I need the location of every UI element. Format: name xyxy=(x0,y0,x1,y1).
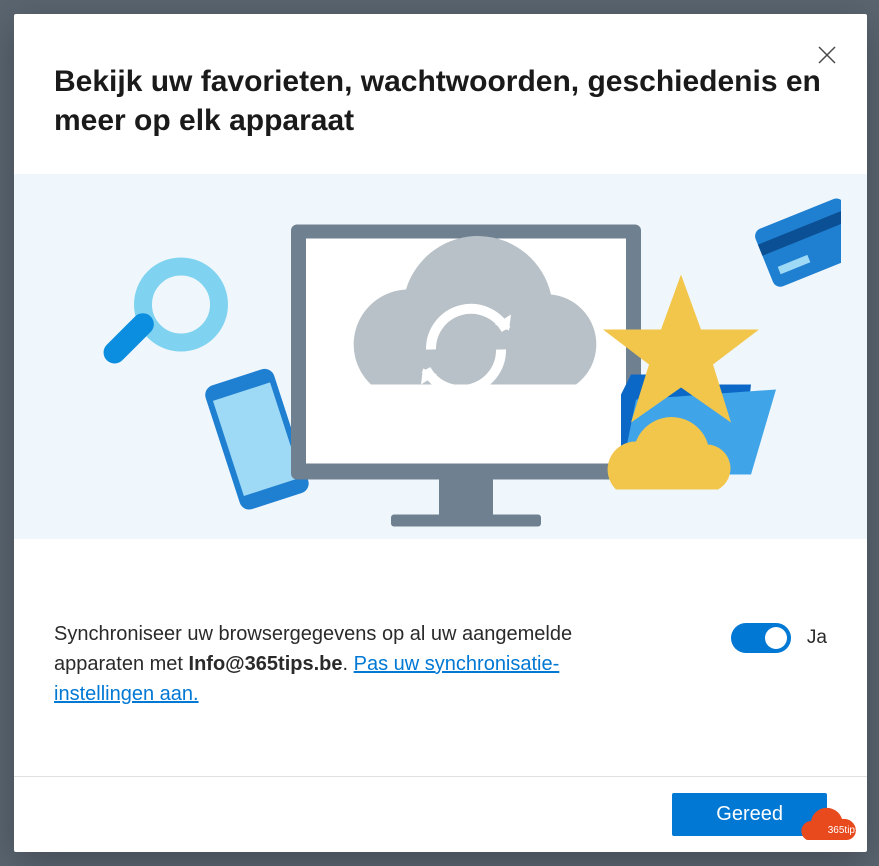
dialog-footer: Gereed xyxy=(14,776,867,852)
credit-card-icon xyxy=(752,196,840,289)
sync-text-separator: . xyxy=(343,653,354,675)
close-icon xyxy=(818,46,836,64)
sync-toggle-label: Ja xyxy=(807,627,827,649)
sync-description-text: Synchroniseer uw browsergegevens op al u… xyxy=(54,619,614,709)
monitor-icon xyxy=(291,224,641,526)
magnifier-icon xyxy=(99,266,219,368)
sync-account-email: Info@365tips.be xyxy=(189,653,343,675)
toggle-knob-icon xyxy=(765,627,787,649)
sync-toggle-group: Ja xyxy=(731,623,827,653)
sync-illustration xyxy=(14,174,867,539)
dialog-title: Bekijk uw favorieten, wachtwoorden, gesc… xyxy=(54,62,827,140)
sync-toggle[interactable] xyxy=(731,623,791,653)
watermark-badge: 365tips xyxy=(797,806,867,848)
close-button[interactable] xyxy=(811,39,843,71)
sync-settings-dialog: Bekijk uw favorieten, wachtwoorden, gesc… xyxy=(14,14,867,852)
watermark-label: 365tips xyxy=(828,825,860,836)
dialog-header: Bekijk uw favorieten, wachtwoorden, gesc… xyxy=(14,14,867,156)
sync-description-row: Synchroniseer uw browsergegevens op al u… xyxy=(14,539,867,749)
